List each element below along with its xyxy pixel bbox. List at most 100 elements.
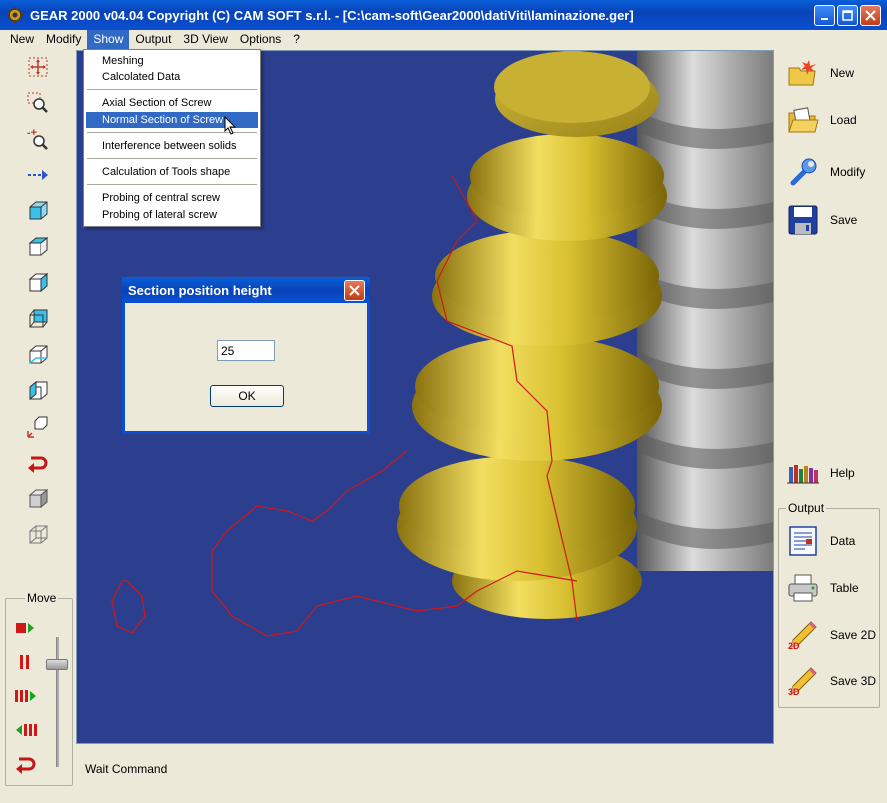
step-forward-button[interactable]: [12, 683, 40, 709]
help-label: Help: [830, 466, 855, 480]
view-cube-right-tool[interactable]: [24, 270, 52, 296]
dialog-close-button[interactable]: [344, 280, 365, 301]
menu-item-probing-central[interactable]: Probing of central screw: [86, 190, 258, 206]
menu-item-interference[interactable]: Interference between solids: [86, 138, 258, 154]
pencil-3d-icon: 3D: [788, 667, 817, 696]
cube-front-icon: [29, 201, 48, 220]
menu-item-tools-shape[interactable]: Calculation of Tools shape: [86, 164, 258, 180]
move-group: Move: [5, 591, 73, 786]
menu-output[interactable]: Output: [129, 30, 177, 49]
menu-options[interactable]: Options: [234, 30, 287, 49]
new-button[interactable]: New: [786, 53, 878, 93]
menu-item-calculated-data[interactable]: Calcolated Data: [86, 69, 258, 85]
view-cube-left-tool[interactable]: [24, 378, 52, 404]
status-text: Wait Command: [85, 762, 168, 776]
step-back-icon: [16, 724, 37, 736]
undo-arrow-icon: [16, 757, 36, 774]
pan-tool[interactable]: [24, 54, 52, 80]
data-sheet-icon: [789, 526, 817, 556]
svg-text:3D: 3D: [788, 687, 800, 696]
new-folder-icon: [788, 60, 816, 86]
close-button[interactable]: [860, 5, 881, 26]
menu-separator: [87, 184, 257, 186]
status-bar: Wait Command: [76, 748, 774, 788]
axes-view-tool[interactable]: [24, 414, 52, 440]
section-height-input[interactable]: [217, 340, 275, 361]
reset-move-button[interactable]: [12, 751, 40, 777]
lateral-screw: [637, 51, 773, 571]
wrench-icon: [790, 158, 817, 186]
view-cube-front-tool[interactable]: [24, 198, 52, 224]
output-label: Output: [786, 501, 827, 515]
load-button[interactable]: Load: [786, 100, 878, 140]
mouse-cursor-icon: [224, 116, 237, 135]
step-back-button[interactable]: [12, 717, 40, 743]
save-label: Save: [830, 213, 858, 227]
maximize-button[interactable]: [837, 5, 858, 26]
pause-button[interactable]: [12, 649, 40, 675]
table-label: Table: [830, 581, 859, 595]
save-3d-label: Save 3D: [830, 674, 877, 688]
books-help-icon: [787, 465, 819, 484]
floppy-disk-icon: [788, 205, 818, 235]
menu-separator: [87, 89, 257, 91]
show-menu-dropdown: Meshing Calcolated Data Axial Section of…: [83, 49, 261, 227]
close-icon: [349, 285, 360, 296]
zoom-window-icon: [27, 92, 48, 113]
move-view-tool[interactable]: [24, 162, 52, 188]
menu-3d-view[interactable]: 3D View: [177, 30, 233, 49]
speed-slider-track[interactable]: [56, 637, 59, 767]
modify-button[interactable]: Modify: [786, 152, 878, 192]
menu-bar: New Modify Show Output 3D View Options ?: [0, 30, 887, 49]
view-cube-top-tool[interactable]: [24, 234, 52, 260]
menu-new[interactable]: New: [4, 30, 40, 49]
view-cube-bottom-tool[interactable]: [24, 342, 52, 368]
step-forward-icon: [15, 690, 36, 702]
ok-button[interactable]: OK: [210, 385, 284, 407]
zoom-in-icon: -+: [27, 127, 48, 150]
save-button[interactable]: Save: [786, 200, 878, 240]
data-label: Data: [830, 534, 856, 548]
table-button[interactable]: Table: [786, 568, 878, 608]
cube-top-icon: [28, 236, 49, 256]
zoom-window-tool[interactable]: [24, 90, 52, 116]
minimize-button[interactable]: [814, 5, 835, 26]
arrow-right-icon: [28, 170, 48, 180]
central-screw: [397, 51, 667, 619]
menu-modify[interactable]: Modify: [40, 30, 87, 49]
menu-separator: [87, 158, 257, 160]
data-button[interactable]: Data: [786, 521, 878, 561]
wireframe-view-tool[interactable]: [24, 522, 52, 548]
save-2d-button[interactable]: 2D Save 2D: [786, 615, 878, 655]
menu-item-meshing[interactable]: Meshing: [86, 53, 258, 69]
pan-icon: [28, 57, 48, 77]
printer-icon: [788, 574, 818, 602]
cube-right-icon: [28, 272, 49, 293]
gear-app-icon: [7, 7, 23, 23]
wireframe-cube-icon: [29, 525, 48, 544]
menu-item-probing-lateral[interactable]: Probing of lateral screw: [86, 207, 258, 223]
save-2d-label: Save 2D: [830, 628, 877, 642]
solid-cube-icon: [28, 488, 49, 509]
pencil-2d-icon: 2D: [788, 621, 817, 650]
title-bar: GEAR 2000 v04.04 Copyright (C) CAM SOFT …: [0, 0, 887, 30]
speed-slider-thumb[interactable]: [46, 659, 68, 670]
undo-view-tool[interactable]: [24, 450, 52, 476]
right-toolbar: New Load Modify Save Help Output Data Ta…: [778, 50, 883, 786]
menu-show[interactable]: Show: [87, 30, 130, 49]
menu-item-axial-section[interactable]: Axial Section of Screw: [86, 95, 258, 111]
modify-label: Modify: [830, 165, 866, 179]
view-cube-back-tool[interactable]: [24, 306, 52, 332]
move-label: Move: [25, 591, 59, 605]
save-3d-button[interactable]: 3D Save 3D: [786, 661, 878, 701]
zoom-in-tool[interactable]: -+: [24, 126, 52, 152]
open-folder-icon: [788, 107, 819, 133]
help-button[interactable]: Help: [786, 453, 878, 493]
minimize-icon: [820, 17, 828, 20]
play-button[interactable]: [12, 615, 40, 641]
axes-cube-icon: [27, 416, 48, 438]
menu-help[interactable]: ?: [287, 30, 306, 49]
load-label: Load: [830, 113, 857, 127]
play-icon: [16, 623, 34, 633]
solid-view-tool[interactable]: [24, 486, 52, 512]
